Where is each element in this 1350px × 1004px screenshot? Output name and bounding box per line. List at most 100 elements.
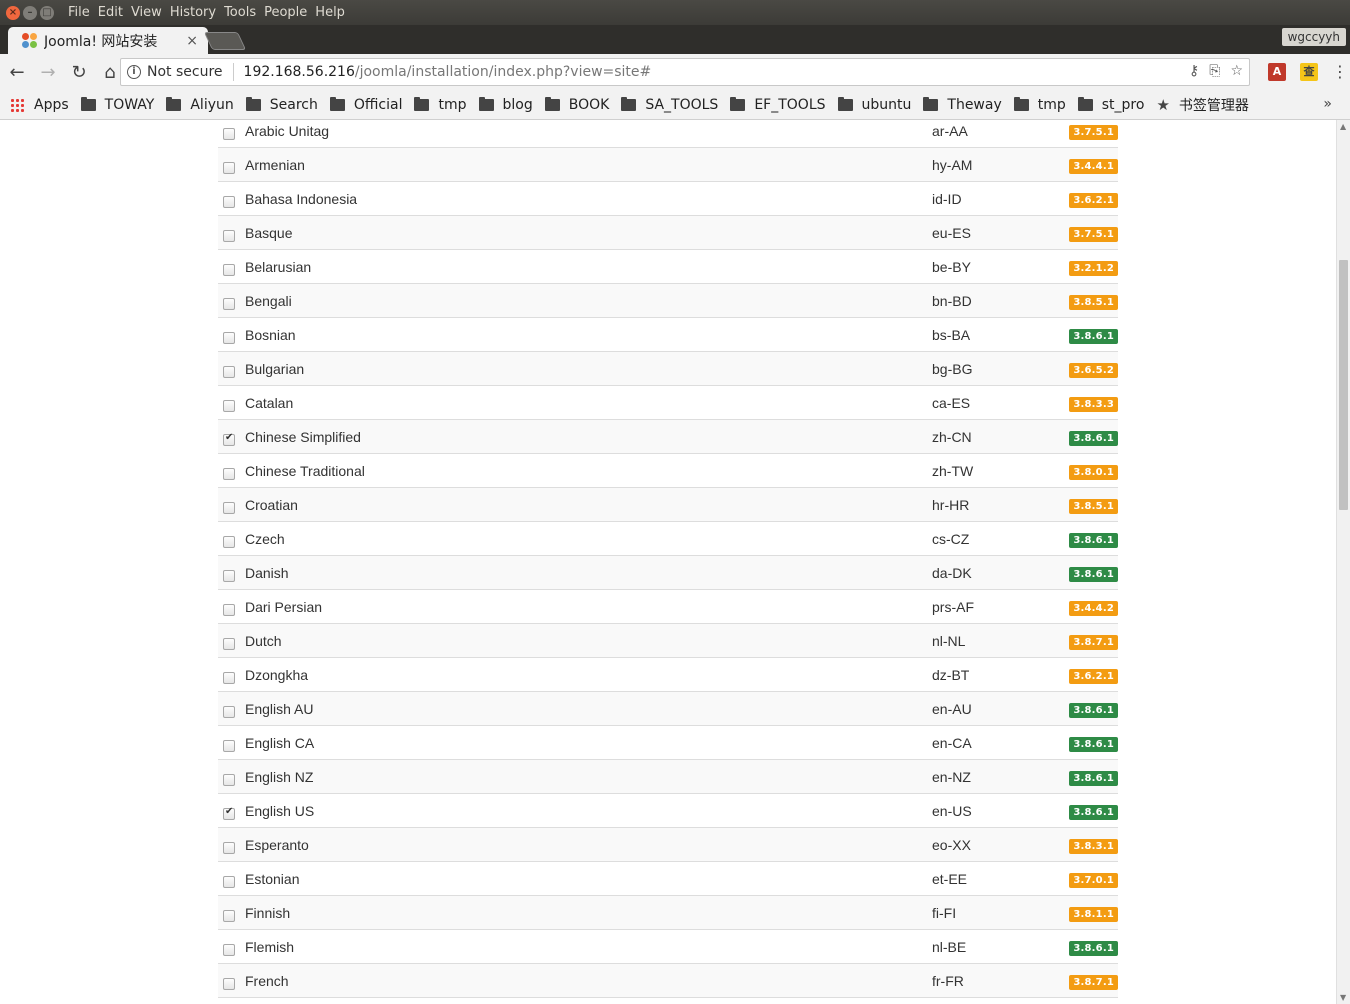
bookmark-folder[interactable]: BOOK	[544, 96, 609, 113]
language-name: English AU	[245, 700, 314, 717]
new-tab-button[interactable]	[203, 32, 247, 50]
menu-tools[interactable]: Tools	[220, 5, 260, 20]
language-checkbox[interactable]	[223, 773, 235, 786]
language-checkbox[interactable]	[223, 365, 235, 378]
reload-icon[interactable]: ↻	[65, 58, 93, 86]
menu-people[interactable]: People	[260, 5, 311, 20]
language-row: Estonian et-EE 3.7.0.1	[218, 862, 1118, 896]
language-checkbox[interactable]	[223, 875, 235, 888]
menu-history[interactable]: History	[166, 5, 220, 20]
language-row: Belarusian be-BY 3.2.1.2	[218, 250, 1118, 284]
maximize-window-button[interactable]: □	[40, 5, 54, 20]
language-row: Esperanto eo-XX 3.8.3.1	[218, 828, 1118, 862]
language-code: hy-AM	[932, 156, 973, 173]
bookmark-folder[interactable]: Aliyun	[166, 96, 234, 113]
bookmark-label: Aliyun	[190, 96, 234, 113]
info-icon[interactable]: i	[127, 65, 141, 79]
language-checkbox[interactable]	[223, 535, 235, 548]
menu-help[interactable]: Help	[311, 5, 349, 20]
bookmark-folder[interactable]: Official	[329, 96, 402, 113]
language-checkbox[interactable]	[223, 977, 235, 990]
translate-icon[interactable]: ⎘	[1209, 63, 1220, 79]
language-checkbox[interactable]	[223, 909, 235, 922]
bookmark-manager[interactable]: ★ 书签管理器	[1156, 95, 1248, 115]
language-checkbox[interactable]	[223, 127, 235, 140]
address-bar[interactable]: i Not secure 192.168.56.216/joomla/insta…	[120, 58, 1250, 86]
minimize-window-button[interactable]: –	[23, 5, 37, 20]
chrome-menu-icon[interactable]: ⋮	[1332, 62, 1348, 81]
language-checkbox[interactable]	[223, 705, 235, 718]
language-code: bg-BG	[932, 360, 973, 377]
bookmark-folder[interactable]: tmp	[414, 96, 467, 113]
bookmark-folder[interactable]: Theway	[923, 96, 1002, 113]
language-name: Czech	[245, 530, 285, 547]
key-icon[interactable]: ⚷	[1189, 63, 1199, 79]
language-code: zh-TW	[932, 462, 974, 479]
version-cell: 3.6.2.1	[1067, 191, 1118, 208]
version-badge: 3.8.3.1	[1069, 839, 1118, 854]
forward-arrow-icon[interactable]: →	[34, 58, 62, 86]
bookmark-folder[interactable]: st_pro	[1077, 96, 1144, 113]
scroll-thumb[interactable]	[1339, 260, 1348, 510]
bookmark-folder[interactable]: ubuntu	[837, 96, 911, 113]
language-row: Basque eu-ES 3.7.5.1	[218, 216, 1118, 250]
bookmark-folder[interactable]: SA_TOOLS	[621, 96, 718, 113]
bookmark-apps[interactable]: Apps	[10, 97, 69, 113]
checkbox-cell	[218, 329, 245, 344]
language-name: Dutch	[245, 632, 282, 649]
version-cell: 3.6.5.2	[1067, 361, 1118, 378]
star-icon: ★	[1156, 95, 1170, 114]
language-checkbox[interactable]	[223, 501, 235, 514]
language-checkbox[interactable]	[223, 806, 235, 820]
language-checkbox[interactable]	[223, 739, 235, 752]
language-checkbox[interactable]	[223, 671, 235, 684]
back-arrow-icon[interactable]: ←	[3, 58, 31, 86]
scroll-up-icon[interactable]: ▲	[1340, 122, 1346, 131]
language-checkbox[interactable]	[223, 297, 235, 310]
language-checkbox[interactable]	[223, 399, 235, 412]
bookmark-folder[interactable]: TOWAY	[80, 96, 154, 113]
bookmark-folder[interactable]: blog	[478, 96, 533, 113]
bookmark-folder[interactable]: Search	[245, 96, 318, 113]
divider	[232, 63, 234, 81]
language-checkbox[interactable]	[223, 263, 235, 276]
bookmark-folder[interactable]: EF_TOOLS	[730, 96, 826, 113]
menu-view[interactable]: View	[127, 5, 166, 20]
language-checkbox[interactable]	[223, 841, 235, 854]
folder-icon	[478, 96, 494, 111]
language-name: French	[245, 972, 289, 989]
bookmark-star-icon[interactable]: ☆	[1230, 63, 1243, 79]
language-name: English US	[245, 802, 315, 819]
language-checkbox[interactable]	[223, 161, 235, 174]
language-checkbox[interactable]	[223, 331, 235, 344]
bookmark-folder[interactable]: tmp	[1013, 96, 1066, 113]
scroll-down-icon[interactable]: ▼	[1340, 993, 1346, 1002]
tab-close-icon[interactable]: ×	[186, 33, 198, 49]
not-secure-label[interactable]: Not secure	[147, 64, 223, 80]
language-checkbox[interactable]	[223, 943, 235, 956]
language-checkbox[interactable]	[223, 195, 235, 208]
extension-a-icon[interactable]: A	[1268, 62, 1286, 81]
close-window-button[interactable]: ×	[6, 5, 20, 20]
version-cell: 3.8.3.1	[1067, 837, 1118, 854]
language-code: be-BY	[932, 258, 971, 275]
page-scrollbar[interactable]: ▲ ▼	[1336, 120, 1350, 1004]
profile-button[interactable]: wgccyyh	[1281, 28, 1346, 46]
language-row: English NZ en-NZ 3.8.6.1	[218, 760, 1118, 794]
language-checkbox[interactable]	[223, 432, 235, 446]
language-checkbox[interactable]	[223, 467, 235, 480]
bookmarks-overflow-icon[interactable]: »	[1323, 96, 1332, 112]
menu-edit[interactable]: Edit	[94, 5, 127, 20]
version-badge: 3.8.7.1	[1069, 635, 1118, 650]
tab-joomla-install[interactable]: Joomla! 网站安装 ×	[8, 27, 208, 54]
language-checkbox[interactable]	[223, 603, 235, 616]
folder-icon	[730, 96, 746, 111]
menu-file[interactable]: File	[64, 5, 94, 20]
language-checkbox[interactable]	[223, 637, 235, 650]
version-badge: 3.8.1.1	[1069, 907, 1118, 922]
language-checkbox[interactable]	[223, 229, 235, 242]
folder-icon	[837, 96, 853, 111]
extension-dict-icon[interactable]: 查	[1300, 62, 1318, 81]
language-checkbox[interactable]	[223, 569, 235, 582]
version-cell: 3.7.5.1	[1067, 123, 1118, 140]
